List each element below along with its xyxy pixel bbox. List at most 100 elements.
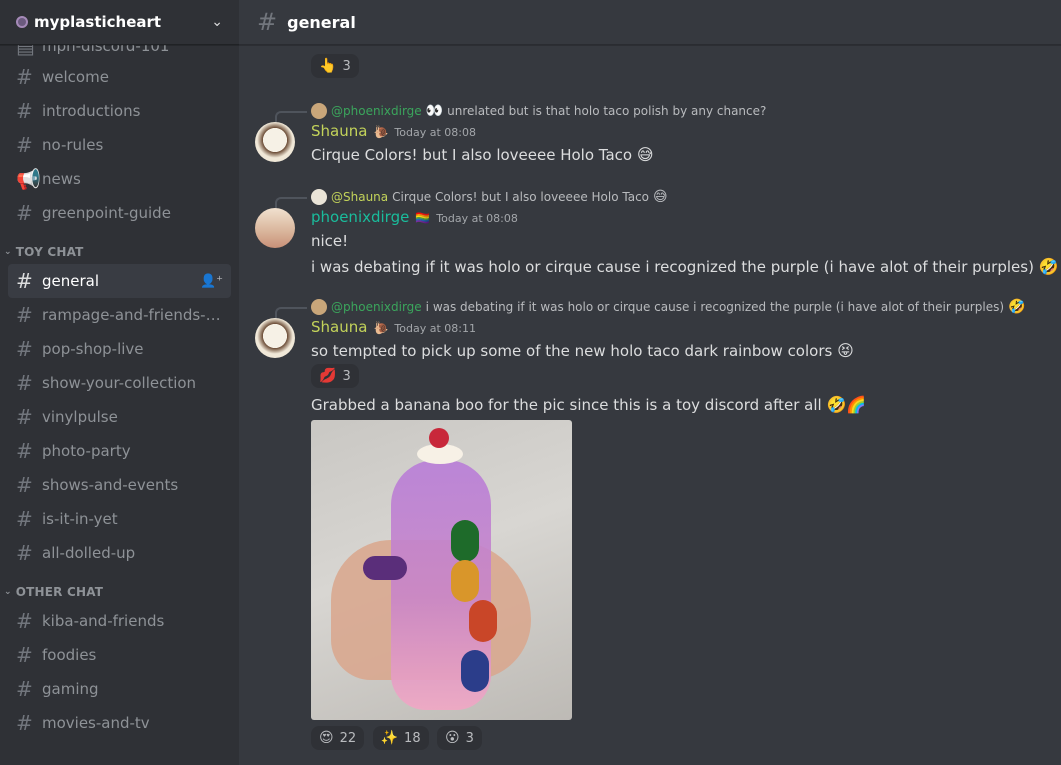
channel-label: general [42, 272, 100, 290]
hash-icon: # [16, 541, 33, 565]
timestamp: Today at 08:11 [394, 322, 476, 335]
hash-icon: # [257, 8, 278, 36]
channel-all-dolled-up[interactable]: # all-dolled-up [8, 536, 231, 570]
author-name[interactable]: phoenixdirge [311, 208, 409, 226]
message-text: nice! [311, 232, 349, 250]
avatar[interactable] [255, 122, 295, 162]
channel-movies-and-tv[interactable]: # movies-and-tv [8, 706, 231, 740]
category-label: TOY CHAT [15, 245, 84, 259]
hash-icon: # [16, 65, 33, 89]
chevron-down-icon: ⌄ [4, 247, 12, 257]
channel-header: # general [239, 0, 1061, 45]
timestamp: Today at 08:08 [436, 212, 518, 225]
channel-title: general [287, 12, 356, 32]
channel-welcome[interactable]: # welcome [8, 60, 231, 94]
channel-is-it-in-yet[interactable]: # is-it-in-yet [8, 502, 231, 536]
reply-reference[interactable]: @Shauna Cirque Colors! but I also loveee… [275, 186, 1061, 209]
channel-shows-and-events[interactable]: # shows-and-events [8, 468, 231, 502]
reaction-button[interactable]: 💋 3 [311, 364, 359, 388]
attached-photo[interactable] [311, 420, 572, 720]
author-name[interactable]: Shauna [311, 122, 367, 140]
chevron-down-icon[interactable]: ⌄ [211, 14, 223, 30]
message-list: 👆 3 @phoenixdirge 👀 unrelated but is tha… [239, 30, 1061, 750]
rofl-emoji: 🤣 [1038, 257, 1059, 276]
reaction-button[interactable]: ✨ 18 [372, 726, 429, 750]
channel-general[interactable]: # general 👤⁺ [8, 264, 231, 298]
message-text: Cirque Colors! but I also loveeee Holo T… [311, 146, 633, 164]
avatar[interactable] [255, 208, 295, 248]
author-name[interactable]: Shauna [311, 318, 367, 336]
mention[interactable]: @Shauna [331, 190, 388, 204]
hash-icon: # [16, 201, 33, 225]
channel-vinylpulse[interactable]: # vinylpulse [8, 400, 231, 434]
channel-label: introductions [42, 102, 141, 120]
reaction-count: 3 [342, 368, 351, 384]
reaction-count: 22 [339, 730, 357, 746]
mention[interactable]: @phoenixdirge [331, 300, 422, 314]
snail-emoji: 🐌 [373, 321, 389, 335]
photo-nail-gold [451, 560, 479, 602]
reaction-emoji: 👆 [319, 58, 337, 74]
rofl-rainbow-emoji: 🤣🌈 [826, 395, 867, 414]
channel-pop-shop-live[interactable]: # pop-shop-live [8, 332, 231, 366]
server-name: myplasticheart [34, 13, 162, 31]
reply-text: unrelated but is that holo taco polish b… [447, 104, 767, 118]
reaction-button[interactable]: 😮 3 [437, 726, 482, 750]
channel-greenpoint-guide[interactable]: # greenpoint-guide [8, 196, 231, 230]
category-other-chat[interactable]: ⌄ OTHER CHAT [0, 580, 239, 604]
add-member-icon[interactable]: 👤⁺ [200, 274, 223, 289]
message-item[interactable]: @phoenixdirge i was debating if it was h… [239, 296, 1061, 750]
message-item[interactable]: @phoenixdirge 👀 unrelated but is that ho… [239, 100, 1061, 166]
channel-no-rules[interactable]: # no-rules [8, 128, 231, 162]
channel-label: photo-party [42, 442, 131, 460]
channel-show-your-collection[interactable]: # show-your-collection [8, 366, 231, 400]
reaction-count: 3 [465, 730, 474, 746]
reply-text: Cirque Colors! but I also loveeee Holo T… [392, 190, 650, 204]
avatar [311, 299, 327, 315]
channel-label: welcome [42, 68, 109, 86]
thread-hash-icon: # [16, 677, 33, 701]
hash-icon: # [16, 99, 33, 123]
eyes-emoji: 👀 [425, 103, 444, 119]
channel-photo-party[interactable]: # photo-party [8, 434, 231, 468]
hash-icon: # [16, 133, 33, 157]
server-boost-icon [16, 16, 28, 28]
reaction-count: 3 [342, 58, 351, 74]
channel-label: rampage-and-friends-a... [42, 306, 223, 324]
reply-reference[interactable]: @phoenixdirge i was debating if it was h… [275, 296, 1061, 319]
message-item[interactable]: @Shauna Cirque Colors! but I also loveee… [239, 186, 1061, 278]
hash-icon: # [16, 337, 33, 361]
message-text: so tempted to pick up some of the new ho… [311, 342, 833, 360]
server-header[interactable]: myplasticheart ⌄ [0, 0, 239, 45]
channel-label: movies-and-tv [42, 714, 150, 732]
mention[interactable]: @phoenixdirge [331, 104, 422, 118]
channel-label: is-it-in-yet [42, 510, 118, 528]
reaction-button[interactable]: 😍 22 [311, 726, 365, 750]
channel-news[interactable]: 📢 news [8, 162, 231, 196]
channel-label: kiba-and-friends [42, 612, 165, 630]
reply-spine [275, 111, 307, 123]
photo-nail-green [451, 520, 479, 562]
hash-icon: # [16, 473, 33, 497]
reply-reference[interactable]: @phoenixdirge 👀 unrelated but is that ho… [275, 100, 1061, 123]
channel-label: shows-and-events [42, 476, 179, 494]
channel-introductions[interactable]: # introductions [8, 94, 231, 128]
snail-emoji: 🐌 [373, 125, 389, 139]
channel-rampage-and-friends[interactable]: # rampage-and-friends-a... [8, 298, 231, 332]
channel-kiba-and-friends[interactable]: # kiba-and-friends [8, 604, 231, 638]
channel-gaming[interactable]: # gaming [8, 672, 231, 706]
reaction-button[interactable]: 👆 3 [311, 54, 359, 78]
rainbow-flag-emoji: 🏳️‍🌈 [415, 211, 431, 225]
hash-icon: # [16, 609, 33, 633]
channel-label: greenpoint-guide [42, 204, 171, 222]
message-text: i was debating if it was holo or cirque … [311, 258, 1034, 276]
channel-foodies[interactable]: # foodies [8, 638, 231, 672]
avatar[interactable] [255, 318, 295, 358]
hash-icon: # [16, 643, 33, 667]
reaction-emoji: ✨ [380, 730, 399, 746]
channel-label: pop-shop-live [42, 340, 144, 358]
category-label: OTHER CHAT [15, 585, 104, 599]
channel-label: all-dolled-up [42, 544, 136, 562]
category-toy-chat[interactable]: ⌄ TOY CHAT [0, 240, 239, 264]
thread-hash-icon: # [16, 371, 33, 395]
